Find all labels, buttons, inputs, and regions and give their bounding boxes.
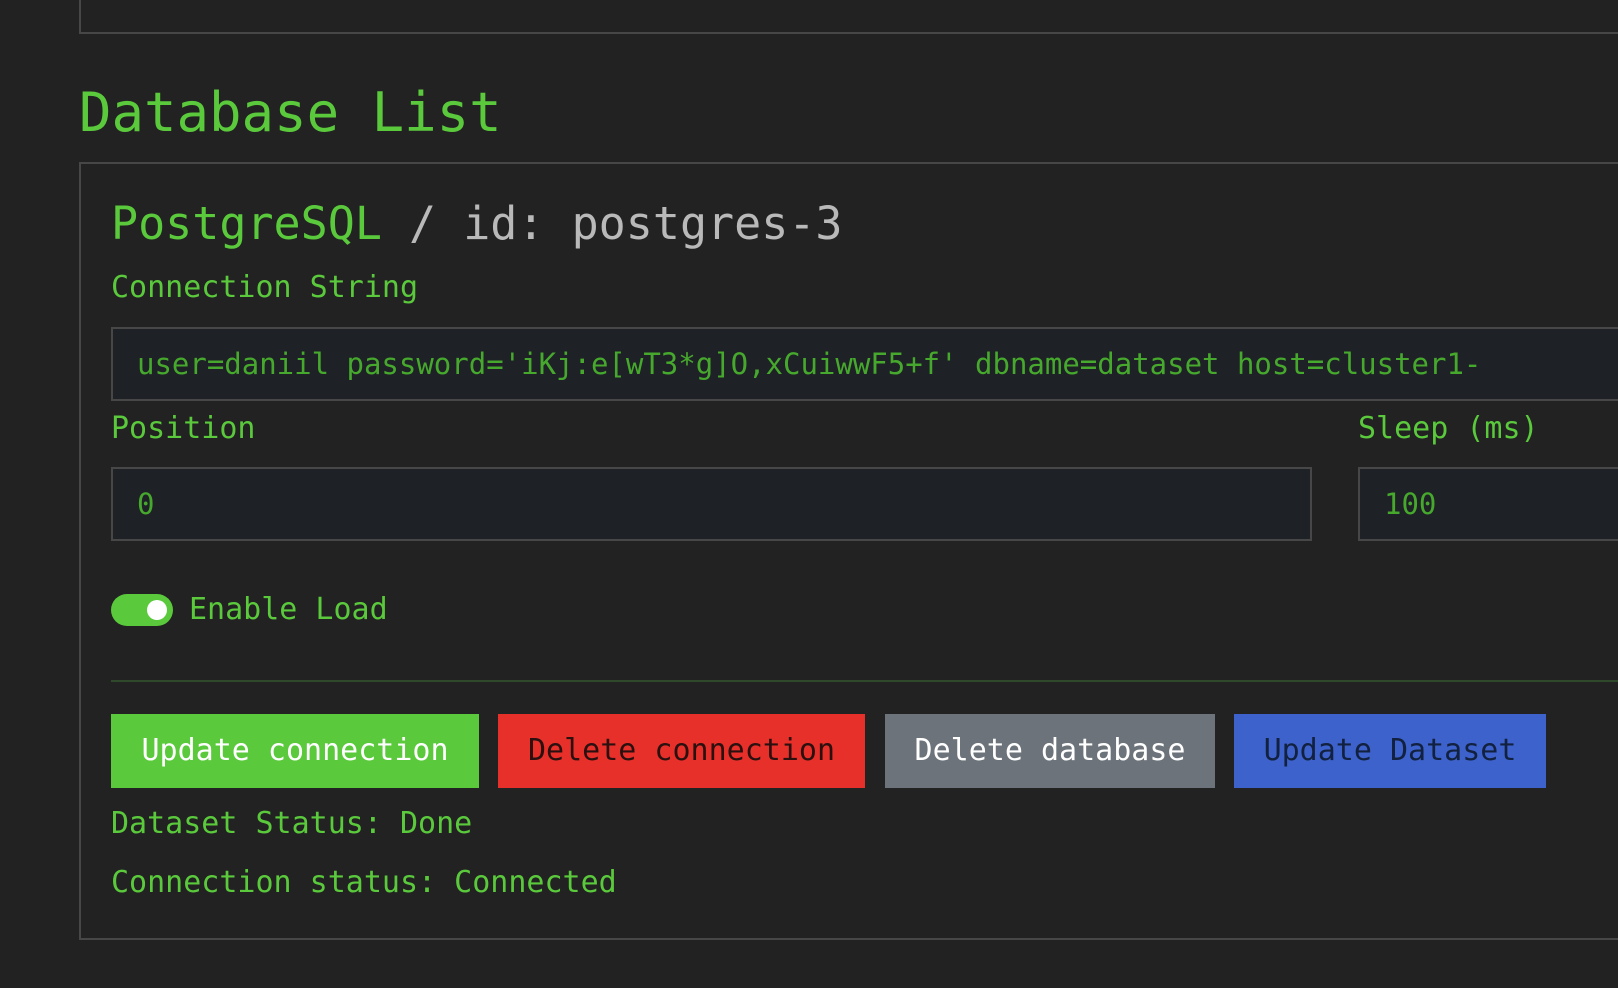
connection-status: Connection status: Connected	[111, 865, 617, 900]
dataset-status: Dataset Status: Done	[111, 806, 473, 841]
update-dataset-button[interactable]: Update Dataset	[1234, 714, 1546, 788]
delete-connection-button[interactable]: Delete connection	[498, 714, 865, 788]
update-connection-button[interactable]: Update connection	[111, 714, 479, 788]
enable-load-toggle[interactable]	[111, 594, 173, 626]
sleep-label: Sleep (ms)	[1358, 411, 1539, 446]
heading-separator: /	[409, 197, 437, 250]
position-input[interactable]	[111, 467, 1312, 541]
enable-load-row: Enable Load	[111, 590, 388, 630]
enable-load-label: Enable Load	[189, 592, 388, 627]
database-id-label: id:	[463, 197, 545, 250]
section-title: Database List	[79, 81, 502, 144]
database-id-value: postgres-3	[571, 197, 843, 250]
sleep-input[interactable]	[1358, 467, 1618, 541]
database-type: PostgreSQL	[111, 197, 382, 250]
toggle-knob	[147, 600, 167, 620]
connection-string-label: Connection String	[111, 270, 419, 305]
connection-string-input[interactable]	[111, 327, 1618, 401]
page: Database List PostgreSQL / id: postgres-…	[0, 0, 1618, 988]
divider	[111, 680, 1618, 682]
delete-database-button[interactable]: Delete database	[885, 714, 1215, 788]
card-heading: PostgreSQL / id: postgres-3	[111, 194, 843, 254]
database-card: PostgreSQL / id: postgres-3 Connection S…	[79, 162, 1618, 940]
previous-panel	[79, 0, 1618, 34]
position-label: Position	[111, 411, 256, 446]
